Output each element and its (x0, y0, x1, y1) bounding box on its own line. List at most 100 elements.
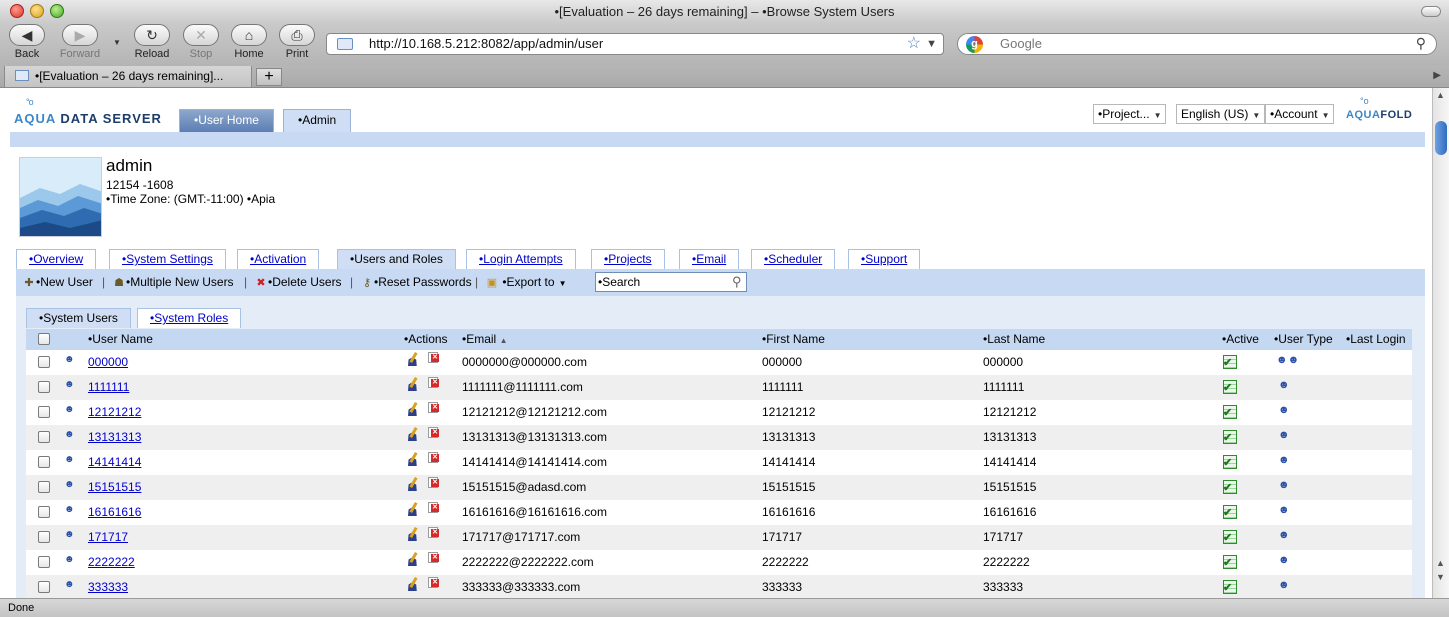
row-checkbox[interactable] (38, 456, 50, 468)
user-name-link[interactable]: 1111111 (88, 375, 129, 400)
table-row[interactable]: ☻ 1111111 ☗ ✕ 1111111@1111111.com 1111111 1111… (26, 375, 1412, 400)
tab-overview[interactable]: •Overview (16, 249, 97, 269)
row-checkbox[interactable] (38, 481, 50, 493)
user-name-link[interactable]: 14141414 (88, 450, 141, 475)
table-row[interactable]: ☻ 12121212 ☗ ✕ 12121212@12121212.com 12121212… (26, 400, 1412, 425)
row-checkbox[interactable] (38, 356, 50, 368)
toolbar-toggle-button[interactable] (1421, 6, 1441, 17)
table-row[interactable]: ☻ 16161616 ☗ ✕ 16161616@16161616.com 16161616… (26, 500, 1412, 525)
aquafold-logo[interactable]: AQUAFOLD (1346, 109, 1412, 121)
aqua-data-server-logo[interactable]: AQUA DATA SERVER (14, 111, 162, 126)
table-row[interactable]: ☻ 2222222 ☗ ✕ 2222222@2222222.com 2222222 2222… (26, 550, 1412, 575)
row-checkbox[interactable] (38, 381, 50, 393)
new-user-button[interactable]: ✚ •New User (22, 273, 93, 291)
edit-user-icon[interactable]: ☗ (406, 351, 420, 372)
delete-user-icon[interactable]: ✕ (428, 402, 440, 414)
tab-login-attempts[interactable]: •Login Attempts (466, 249, 576, 269)
delete-user-icon[interactable]: ✕ (428, 352, 440, 364)
tab-system-roles[interactable]: •System Roles (137, 308, 242, 328)
col-user-name[interactable]: •User Name (88, 329, 153, 350)
col-active[interactable]: •Active (1222, 329, 1259, 350)
user-name-link[interactable]: 15151515 (88, 475, 141, 500)
edit-user-icon[interactable]: ☗ (406, 401, 420, 422)
tab-activation[interactable]: •Activation (237, 249, 320, 269)
search-input[interactable] (595, 272, 747, 292)
edit-user-icon[interactable]: ☗ (406, 426, 420, 447)
table-row[interactable]: ☻ 15151515 ☗ ✕ 15151515@adasd.com 15151515 151… (26, 475, 1412, 500)
user-name-link[interactable]: 12121212 (88, 400, 141, 425)
edit-user-icon[interactable]: ☗ (406, 501, 420, 522)
tab-users-and-roles[interactable]: •Users and Roles (337, 249, 456, 269)
url-dropdown-icon[interactable]: ▼ (926, 34, 937, 54)
col-last-name[interactable]: •Last Name (983, 329, 1045, 350)
reload-button[interactable]: ↻ Reload (132, 24, 172, 60)
row-checkbox[interactable] (38, 431, 50, 443)
user-name-link[interactable]: 000000 (88, 350, 128, 375)
delete-user-icon[interactable]: ✕ (428, 452, 440, 464)
minimize-window-button[interactable] (30, 4, 44, 18)
row-checkbox[interactable] (38, 406, 50, 418)
delete-user-icon[interactable]: ✕ (428, 552, 440, 564)
multiple-new-users-button[interactable]: ☗ •Multiple New Users (112, 273, 234, 291)
account-menu[interactable]: •Account ▼ (1265, 104, 1335, 124)
address-bar[interactable]: http://10.168.5.212:8082/app/admin/user … (326, 33, 944, 55)
delete-user-icon[interactable]: ✕ (428, 477, 440, 489)
edit-user-icon[interactable]: ☗ (406, 376, 420, 397)
delete-users-button[interactable]: ✖ •Delete Users (254, 273, 341, 291)
new-tab-button[interactable]: + (256, 68, 282, 86)
search-icon[interactable]: ⚲ (1416, 33, 1426, 53)
col-last-login[interactable]: •Last Login (1346, 329, 1406, 350)
tab-list-icon[interactable]: ▶ (1433, 70, 1441, 81)
bookmark-star-icon[interactable]: ☆ (907, 34, 921, 54)
search-icon[interactable]: ⚲ (732, 272, 742, 292)
tab-scheduler[interactable]: •Scheduler (751, 249, 836, 269)
edit-user-icon[interactable]: ☗ (406, 576, 420, 597)
close-window-button[interactable] (10, 4, 24, 18)
row-checkbox[interactable] (38, 556, 50, 568)
delete-user-icon[interactable]: ✕ (428, 427, 440, 439)
scrollbar-thumb[interactable] (1435, 121, 1447, 155)
row-checkbox[interactable] (38, 531, 50, 543)
history-dropdown-icon[interactable]: ▼ (113, 38, 121, 47)
edit-user-icon[interactable]: ☗ (406, 526, 420, 547)
table-row[interactable]: ☻ 333333 ☗ ✕ 333333@333333.com 333333 333333 ✔ ☻ (26, 575, 1412, 598)
edit-user-icon[interactable]: ☗ (406, 551, 420, 572)
scroll-down-icon[interactable]: ▼ (1436, 572, 1445, 582)
row-checkbox[interactable] (38, 506, 50, 518)
reset-passwords-button[interactable]: ⚷ •Reset Passwords (360, 273, 472, 291)
web-search-field[interactable]: g Google ⚲ (957, 33, 1437, 55)
row-checkbox[interactable] (38, 581, 50, 593)
delete-user-icon[interactable]: ✕ (428, 527, 440, 539)
browser-tab[interactable]: •[Evaluation – 26 days remaining]... (4, 66, 252, 88)
tab-admin[interactable]: •Admin (283, 109, 352, 132)
table-row[interactable]: ☻ 171717 ☗ ✕ 171717@171717.com 171717 171717 ✔ ☻ (26, 525, 1412, 550)
delete-user-icon[interactable]: ✕ (428, 502, 440, 514)
scroll-up-icon[interactable]: ▲ (1436, 90, 1445, 100)
col-email[interactable]: •Email ▲ (462, 329, 507, 351)
tab-email[interactable]: •Email (679, 249, 740, 269)
col-first-name[interactable]: •First Name (762, 329, 825, 350)
vertical-scrollbar[interactable]: ▲ ▲ ▼ (1432, 88, 1449, 598)
tab-support[interactable]: •Support (848, 249, 921, 269)
export-to-button[interactable]: ▣ •Export to ▼ (485, 273, 567, 291)
home-button[interactable]: ⌂ Home (230, 24, 268, 60)
project-menu[interactable]: •Project... ▼ (1093, 104, 1167, 124)
stop-button[interactable]: ✕ Stop (182, 24, 220, 60)
tab-system-users[interactable]: •System Users (26, 308, 131, 328)
user-name-link[interactable]: 16161616 (88, 500, 141, 525)
delete-user-icon[interactable]: ✕ (428, 577, 440, 589)
google-icon[interactable]: g (966, 36, 983, 53)
scroll-up-icon[interactable]: ▲ (1436, 558, 1445, 568)
select-all-checkbox[interactable] (38, 333, 50, 345)
col-user-type[interactable]: •User Type (1274, 329, 1333, 350)
user-name-link[interactable]: 333333 (88, 575, 128, 598)
tab-system-settings[interactable]: •System Settings (109, 249, 226, 269)
delete-user-icon[interactable]: ✕ (428, 377, 440, 389)
user-name-link[interactable]: 2222222 (88, 550, 135, 575)
table-row[interactable]: ☻ 13131313 ☗ ✕ 13131313@13131313.com 13131313… (26, 425, 1412, 450)
table-row[interactable]: ☻ 14141414 ☗ ✕ 14141414@14141414.com 14141414… (26, 450, 1412, 475)
tab-projects[interactable]: •Projects (591, 249, 665, 269)
language-menu[interactable]: English (US) ▼ (1176, 104, 1266, 124)
edit-user-icon[interactable]: ☗ (406, 451, 420, 472)
zoom-window-button[interactable] (50, 4, 64, 18)
